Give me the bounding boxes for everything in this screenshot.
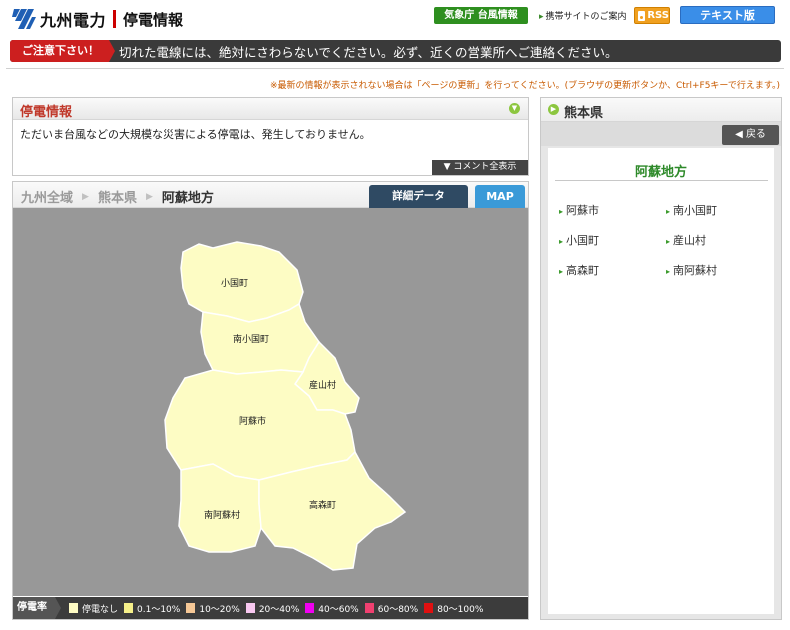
collapse-toggle-icon[interactable]: ▼: [509, 103, 520, 114]
map-label-minamiaso: 南阿蘇村: [204, 509, 240, 521]
outage-info-panel: 停電情報 ▼ ただいま台風などの大規模な災害による停電は、発生しておりません。 …: [12, 97, 529, 176]
outage-info-header: 停電情報 ▼: [13, 98, 528, 120]
map-label-ubuyama: 産山村: [309, 379, 336, 391]
logo-divider: [113, 10, 117, 28]
map-label-minamioguni: 南小国町: [233, 333, 269, 345]
town-link-minamioguni[interactable]: 南小国町: [666, 202, 717, 218]
breadcrumb-kyushu[interactable]: 九州全域: [21, 187, 73, 206]
header-divider: [6, 68, 784, 69]
aso-region-map: 小国町 南小国町 産山村 阿蘇市 南阿蘇村 高森町: [164, 241, 407, 571]
region-title: 阿蘇地方: [634, 165, 687, 180]
legend-item: 60〜80%: [364, 602, 419, 615]
back-button[interactable]: ◀ 戻る: [722, 125, 779, 145]
back-button-label: 戻る: [745, 129, 766, 140]
town-link-takamori[interactable]: 高森町: [559, 262, 599, 278]
legend-item: 40〜60%: [305, 602, 359, 615]
header: 九州電力 停電情報 気象庁 台風情報 携帯サイトのご案内 RSS テキスト版: [0, 0, 790, 40]
outage-info-title: 停電情報: [20, 105, 73, 120]
breadcrumb-arrow-icon: ▶: [82, 191, 89, 202]
kyuden-logo-icon: [12, 9, 36, 29]
legend-label: 0.1〜10%: [137, 604, 181, 615]
map-panel: 九州全域 ▶ 熊本県 ▶ 阿蘇地方 詳細データ MAP 小国町 南小国町 産山村…: [12, 181, 529, 620]
warning-bar: ご注意下さい！ 切れた電線には、絶対にさわらないでください。必ず、近くの営業所へ…: [10, 40, 781, 62]
outage-rate-legend: 停電率 停電なし 0.1〜10% 10〜20% 20〜40% 40〜60% 60…: [13, 597, 528, 619]
show-all-comments-button[interactable]: ▼ コメント全表示: [432, 160, 528, 175]
legend-label: 60〜80%: [377, 604, 419, 615]
map-toolbar: 九州全域 ▶ 熊本県 ▶ 阿蘇地方 詳細データ MAP: [13, 182, 528, 208]
refresh-notice: ※最新の情報が表示されない場合は「ページの更新」を行ってください。(ブラウザの更…: [269, 81, 780, 91]
logo[interactable]: 九州電力 停電情報: [12, 5, 183, 33]
map-label-aso: 阿蘇市: [239, 415, 266, 427]
town-link-oguni[interactable]: 小国町: [559, 232, 599, 248]
warning-message: 切れた電線には、絶対にさわらないでください。必ず、近くの営業所へご連絡ください。: [119, 44, 618, 60]
warning-tag: ご注意下さい！: [10, 40, 115, 62]
map-label-oguni: 小国町: [221, 278, 248, 289]
legend-item: 10〜20%: [186, 602, 240, 615]
text-version-button[interactable]: テキスト版: [680, 6, 775, 24]
legend-label: 10〜20%: [199, 604, 240, 615]
legend-label: 80〜100%: [437, 604, 484, 615]
breadcrumb-kumamoto[interactable]: 熊本県: [98, 187, 137, 206]
tab-detail-data[interactable]: 詳細データ: [369, 185, 468, 208]
legend-swatch: [305, 603, 315, 613]
map-label-takamori: 高森町: [309, 499, 336, 511]
legend-swatch: [186, 603, 196, 613]
rss-button[interactable]: RSS: [634, 7, 670, 24]
legend-swatch: [245, 603, 255, 613]
prefecture-header: ▶ 熊本県: [541, 98, 781, 122]
prefecture-title: 熊本県: [564, 106, 604, 121]
legend-label: 40〜60%: [318, 604, 359, 615]
rss-icon: [638, 10, 646, 21]
legend-label: 停電なし: [82, 604, 119, 615]
back-row: ◀ 戻る: [541, 122, 781, 146]
legend-item: 80〜100%: [424, 602, 483, 615]
jma-typhoon-button[interactable]: 気象庁 台風情報: [434, 7, 528, 24]
town-link-aso[interactable]: 阿蘇市: [559, 202, 599, 218]
legend-label: 20〜40%: [258, 604, 300, 615]
logo-text: 九州電力: [40, 11, 107, 30]
breadcrumb-arrow-icon: ▶: [145, 191, 153, 202]
breadcrumb: 九州全域 ▶ 熊本県 ▶ 阿蘇地方: [21, 187, 214, 206]
tab-map[interactable]: MAP: [475, 185, 525, 208]
legend-item: 停電なし: [69, 602, 118, 615]
mobile-site-link[interactable]: 携帯サイトのご案内: [539, 9, 627, 22]
region-town-list: 阿蘇地方 阿蘇市 南小国町 小国町 産山村 高森町 南阿蘇村: [548, 148, 774, 614]
town-link-minamiaso[interactable]: 南阿蘇村: [666, 262, 717, 278]
prefecture-panel: ▶ 熊本県 ◀ 戻る 阿蘇地方 阿蘇市 南小国町 小国町 産山村 高森町 南阿蘇…: [540, 97, 782, 620]
legend-swatch: [124, 603, 134, 613]
outage-map: 小国町 南小国町 産山村 阿蘇市 南阿蘇村 高森町: [13, 208, 528, 596]
logo-subtitle: 停電情報: [123, 10, 184, 29]
legend-swatch: [364, 603, 374, 613]
outage-info-message: ただいま台風などの大規模な災害による停電は、発生しておりません。: [20, 128, 371, 141]
town-link-ubuyama[interactable]: 産山村: [666, 232, 706, 248]
legend-title: 停電率: [13, 597, 61, 619]
legend-swatch: [69, 603, 78, 613]
legend-swatch: [424, 603, 434, 613]
region-divider: [555, 180, 768, 181]
arrow-right-icon: ▶: [548, 104, 559, 115]
breadcrumb-aso: 阿蘇地方: [161, 191, 214, 206]
rss-label: RSS: [647, 10, 669, 21]
legend-item: 0.1〜10%: [124, 602, 180, 615]
legend-item: 20〜40%: [245, 602, 300, 615]
